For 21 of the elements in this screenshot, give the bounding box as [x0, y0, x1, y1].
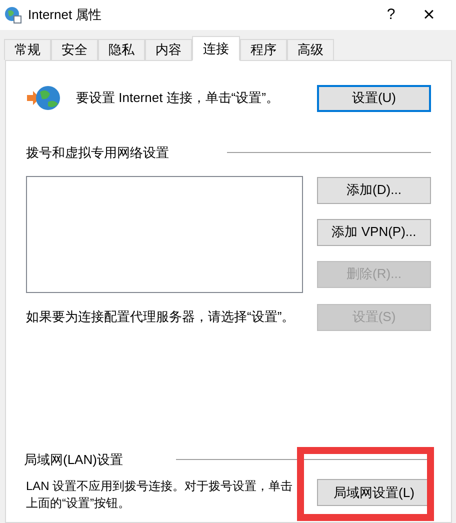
- dialup-button[interactable]: 添加 VPN(P)...: [317, 218, 431, 246]
- help-button[interactable]: ?: [376, 4, 406, 26]
- setup-button[interactable]: 设置(U): [317, 84, 431, 112]
- tab[interactable]: 高级: [287, 39, 334, 60]
- tab[interactable]: 常规: [4, 39, 51, 60]
- close-button[interactable]: ×: [406, 0, 452, 30]
- tab[interactable]: 安全: [51, 39, 98, 60]
- section-heading: 局域网(LAN)设置: [24, 450, 123, 469]
- proxy-hint: 如果要为连接配置代理服务器，请选择“设置”。: [26, 308, 296, 326]
- section-heading: 拨号和虚拟专用网络设置: [26, 144, 169, 162]
- tab[interactable]: 内容: [145, 39, 192, 60]
- tab[interactable]: 连接: [192, 36, 240, 61]
- window-title: Internet 属性: [28, 6, 102, 24]
- globe-arrow-icon: [26, 84, 62, 112]
- tab[interactable]: 程序: [240, 39, 287, 60]
- connection-list[interactable]: [26, 176, 303, 292]
- tab[interactable]: 隐私: [98, 39, 145, 60]
- setup-instruction: 要设置 Internet 连接，单击“设置”。: [76, 89, 280, 108]
- dialup-button[interactable]: 添加(D)...: [317, 176, 431, 204]
- globe-settings-icon: [4, 6, 22, 24]
- lan-description: LAN 设置不应用到拨号连接。对于拨号设置，单击上面的“设置”按钮。: [26, 478, 294, 512]
